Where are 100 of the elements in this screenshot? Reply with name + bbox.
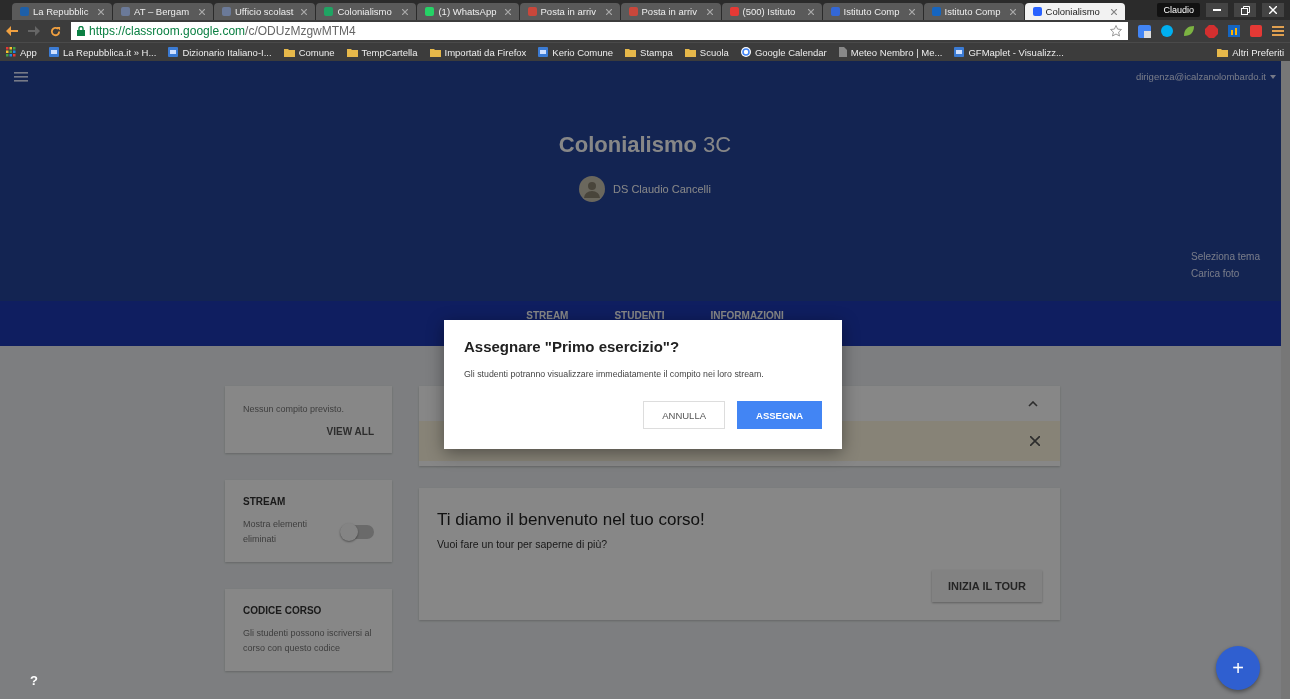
- site-icon: [168, 47, 179, 57]
- header-link[interactable]: Carica foto: [1191, 268, 1260, 279]
- folder-icon: [346, 47, 358, 57]
- bookmark[interactable]: TempCartella: [346, 46, 418, 58]
- tab-title: (1) WhatsApp: [438, 6, 497, 17]
- view-all-link[interactable]: VIEW ALL: [326, 426, 374, 438]
- browser-tab[interactable]: Posta in arriv: [519, 3, 620, 20]
- folder-icon: [429, 47, 441, 57]
- close-button[interactable]: [1262, 3, 1284, 17]
- reload-icon[interactable]: [50, 25, 61, 37]
- browser-tab[interactable]: Istituto Comp: [822, 3, 923, 20]
- bookmark-label: Comune: [298, 46, 335, 58]
- back-arrow-icon[interactable]: [6, 26, 18, 36]
- menu-icon[interactable]: [14, 71, 28, 82]
- browser-tab[interactable]: Ufficio scolast: [214, 3, 316, 20]
- site-icon: [538, 47, 549, 57]
- chart-icon[interactable]: [1228, 25, 1240, 37]
- bookmark[interactable]: Google Calendar: [740, 46, 827, 58]
- bookmark[interactable]: App: [6, 46, 37, 58]
- toggle-switch[interactable]: [340, 524, 374, 539]
- caret-icon: [1270, 74, 1276, 79]
- site-icon: [48, 47, 59, 57]
- favicon-icon: [20, 7, 29, 16]
- close-icon[interactable]: [1110, 8, 1117, 15]
- browser-tab[interactable]: Istituto Comp: [923, 3, 1024, 20]
- scrollbar[interactable]: [1281, 61, 1290, 699]
- tab-title: La Repubblic: [33, 6, 89, 17]
- teacher-avatar: [579, 176, 606, 202]
- address-field[interactable]: https://classroom.google.com/c/ODUzMzgwMTM4: [71, 22, 1128, 40]
- course-title: Colonialismo 3C: [558, 132, 732, 158]
- dialog-text: Gli studenti potranno visualizzare immediatamente il compito nei loro stream.: [464, 369, 765, 379]
- lock-icon: [77, 26, 85, 36]
- favicon-icon: [324, 7, 334, 16]
- bookmark[interactable]: Stampa: [625, 46, 673, 58]
- forward-arrow-icon[interactable]: [28, 26, 40, 36]
- menu-icon[interactable]: [1272, 26, 1284, 36]
- favicon-icon: [628, 7, 638, 16]
- translate-icon[interactable]: [1138, 24, 1151, 38]
- url-text: https://classroom.google.com/c/ODUzMzgwMTM4: [89, 24, 356, 38]
- toggle-thumb[interactable]: [340, 522, 358, 541]
- toggle-label: Mostra elementi eliminati: [243, 518, 309, 546]
- tab-title: Ufficio scolast: [235, 6, 294, 17]
- restore-button[interactable]: [1234, 3, 1256, 17]
- close-icon[interactable]: [1030, 436, 1040, 446]
- google-icon: [740, 47, 751, 57]
- tab-title: Colonialismo: [1045, 6, 1100, 17]
- tab-title: Colonialismo: [337, 6, 392, 17]
- bookmark-label: Stampa: [640, 46, 673, 58]
- header-link[interactable]: Seleziona tema: [1191, 251, 1260, 262]
- bookmark-label: App: [20, 46, 37, 58]
- tab-title: Istituto Comp: [944, 6, 1001, 17]
- browser-tab[interactable]: La Repubblic: [12, 3, 112, 20]
- bookmark[interactable]: Kerio Comune: [538, 46, 614, 58]
- bookmark[interactable]: Scuola: [684, 46, 729, 58]
- bookmark-label: Kerio Comune: [552, 46, 614, 58]
- minimize-button[interactable]: [1206, 3, 1228, 17]
- stop-sign-icon[interactable]: [1205, 24, 1218, 38]
- favicon-icon: [1032, 7, 1042, 16]
- favicon-icon: [729, 7, 739, 16]
- browser-tab[interactable]: Colonialismo: [316, 3, 417, 20]
- browser-tab[interactable]: (500) Istituto: [721, 3, 822, 20]
- bookmark[interactable]: Comune: [283, 46, 335, 58]
- tab-title: (500) Istituto: [742, 6, 796, 17]
- welcome-title: Ti diamo il benvenuto nel tuo corso!: [437, 510, 706, 530]
- tab-title: Istituto Comp: [843, 6, 900, 17]
- tab-title: AT – Bergam: [134, 6, 190, 17]
- bookmark-label: Altri Preferiti: [1232, 46, 1284, 58]
- site-icon: [954, 47, 965, 57]
- favicon-icon: [425, 7, 435, 16]
- folder-icon: [1217, 47, 1229, 57]
- leaf-icon[interactable]: [1183, 25, 1195, 37]
- folder-icon: [684, 47, 696, 57]
- browser-tab[interactable]: (1) WhatsApp: [417, 3, 519, 20]
- bookmark[interactable]: Altri Preferiti: [1217, 46, 1284, 58]
- account-menu[interactable]: dirigenza@icalzanolombardo.it: [1135, 71, 1276, 82]
- card-title: STREAM: [243, 496, 287, 508]
- favicon-icon: [830, 7, 840, 16]
- tab-title: Posta in arriv: [540, 6, 596, 17]
- skype-icon[interactable]: [1161, 25, 1173, 37]
- restore-icon: [1240, 5, 1250, 15]
- bookmark-label: TempCartella: [361, 46, 418, 58]
- help-text[interactable]: ?: [30, 673, 38, 688]
- browser-tab[interactable]: Posta in arriv: [620, 3, 721, 20]
- star-icon[interactable]: [1110, 25, 1122, 37]
- chevron-up-icon[interactable]: [1028, 400, 1038, 407]
- favicon-icon: [121, 7, 130, 16]
- folder-icon: [625, 47, 637, 57]
- browser-tab[interactable]: Colonialismo: [1024, 3, 1125, 20]
- extension-icon[interactable]: [1250, 25, 1262, 37]
- assign-button[interactable]: ASSEGNA: [737, 401, 822, 429]
- profile-button[interactable]: Claudio: [1157, 3, 1200, 17]
- bookmark[interactable]: Importati da Firefox: [429, 46, 527, 58]
- teacher-name: DS Claudio Cancelli: [613, 183, 711, 195]
- tour-button[interactable]: INIZIA IL TOUR: [931, 570, 1042, 602]
- page-icon: [838, 47, 847, 57]
- cancel-button[interactable]: ANNULLA: [643, 401, 725, 429]
- tab-title: Posta in arriv: [641, 6, 697, 17]
- browser-tab[interactable]: AT – Bergam: [113, 3, 213, 20]
- close-icon: [1269, 6, 1277, 14]
- add-button[interactable]: +: [1216, 646, 1260, 690]
